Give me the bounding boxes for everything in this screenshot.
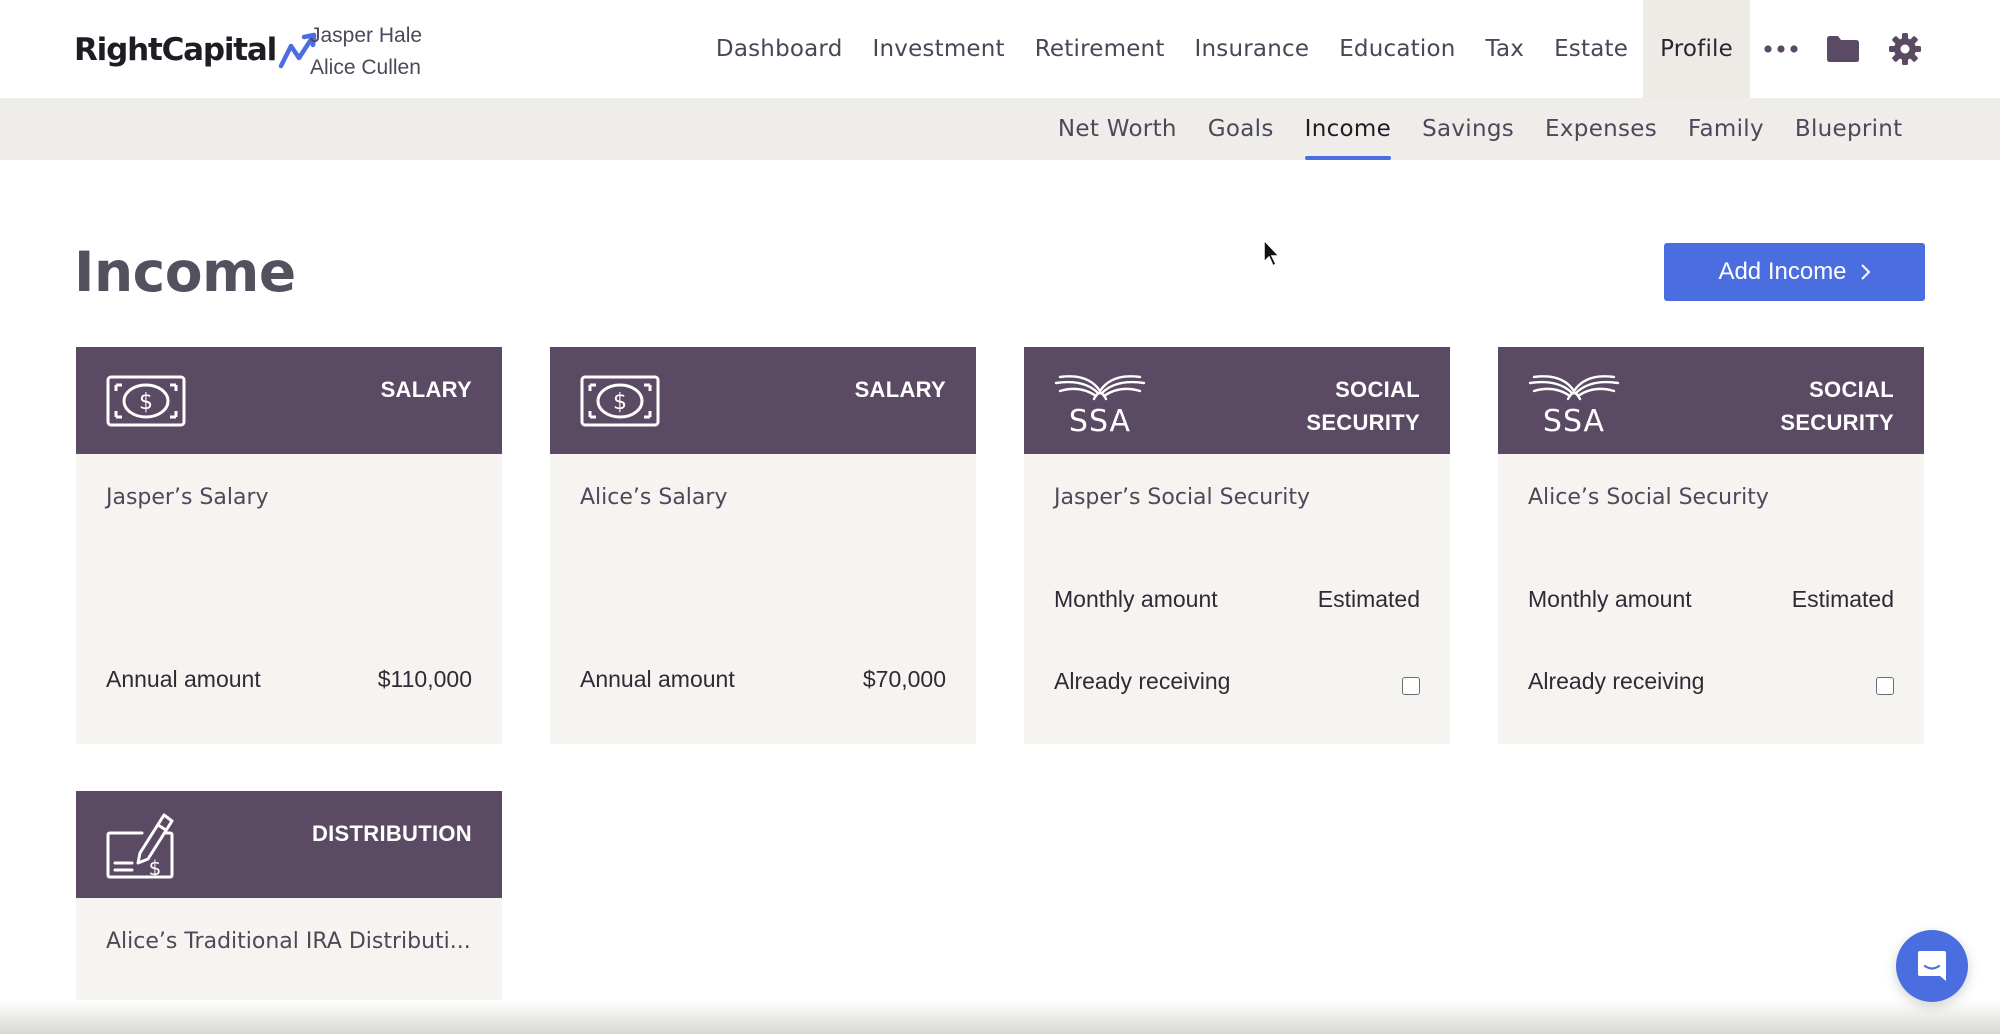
client-name-primary: Jasper Hale <box>310 24 423 47</box>
card-header: SSA SOCIAL SECURITY <box>1498 347 1924 454</box>
nav-insurance[interactable]: Insurance <box>1180 0 1325 98</box>
client-names[interactable]: Jasper Hale Alice Cullen <box>310 20 422 84</box>
monthly-amount-label: Monthly amount <box>1528 586 1692 612</box>
nav-education[interactable]: Education <box>1324 0 1470 98</box>
tab-savings[interactable]: Savings <box>1407 98 1530 160</box>
already-receiving-row: Already receiving <box>1528 667 1894 695</box>
income-card-alice-social-security[interactable]: SSA SOCIAL SECURITY Alice’s Social Secur… <box>1498 347 1924 744</box>
mouse-cursor-icon <box>1263 238 1281 268</box>
income-card-jasper-salary[interactable]: $ SALARY Jasper’s Salary Annual amount $… <box>76 347 502 744</box>
svg-text:$: $ <box>139 390 153 415</box>
annual-amount-value: $110,000 <box>377 666 472 692</box>
ssa-logo-text: SSA <box>1069 404 1131 435</box>
income-name: Alice’s Traditional IRA Distributi... <box>106 929 471 954</box>
nav-estate[interactable]: Estate <box>1539 0 1643 98</box>
main-nav: Dashboard Investment Retirement Insuranc… <box>701 0 2000 98</box>
already-receiving-label: Already receiving <box>1054 667 1231 694</box>
ssa-logo-icon: SSA <box>1528 375 1620 435</box>
client-name-spouse: Alice Cullen <box>310 56 421 79</box>
chevron-right-icon <box>1860 264 1870 280</box>
add-income-label: Add Income <box>1718 258 1847 285</box>
folder-icon[interactable] <box>1812 0 1874 98</box>
nav-investment[interactable]: Investment <box>858 0 1020 98</box>
ssa-logo-icon: SSA <box>1054 375 1146 435</box>
income-name: Jasper’s Social Security <box>1054 485 1310 510</box>
svg-text:$: $ <box>613 390 627 415</box>
already-receiving-label: Already receiving <box>1528 667 1705 694</box>
more-dots-icon[interactable] <box>1750 0 1812 98</box>
tab-blueprint[interactable]: Blueprint <box>1779 98 1918 160</box>
income-name: Alice’s Salary <box>580 485 728 510</box>
dollar-bill-icon: $ <box>580 375 660 427</box>
chat-launcher-button[interactable] <box>1896 930 1968 1002</box>
tab-expenses[interactable]: Expenses <box>1530 98 1673 160</box>
card-header: $ SALARY <box>550 347 976 454</box>
brand-name: RightCapital <box>74 32 277 68</box>
monthly-amount-label: Monthly amount <box>1054 586 1218 612</box>
card-header: SSA SOCIAL SECURITY <box>1024 347 1450 454</box>
chat-bubble-icon <box>1918 951 1946 981</box>
tab-family[interactable]: Family <box>1673 98 1780 160</box>
nav-profile[interactable]: Profile <box>1643 0 1750 98</box>
nav-dashboard[interactable]: Dashboard <box>701 0 858 98</box>
income-name: Jasper’s Salary <box>106 485 269 510</box>
nav-retirement[interactable]: Retirement <box>1020 0 1180 98</box>
card-type-label: SALARY <box>380 377 472 402</box>
annual-amount-row: Annual amount $70,000 <box>580 666 946 693</box>
top-header: RightCapital Jasper Hale Alice Cullen Da… <box>0 0 2000 98</box>
add-income-button[interactable]: Add Income <box>1664 243 1925 301</box>
annual-amount-row: Annual amount $110,000 <box>106 666 472 693</box>
tab-income[interactable]: Income <box>1289 98 1406 160</box>
annual-amount-value: $70,000 <box>862 666 946 692</box>
nav-tax[interactable]: Tax <box>1471 0 1540 98</box>
tab-goals[interactable]: Goals <box>1192 98 1289 160</box>
annual-amount-label: Annual amount <box>106 666 261 692</box>
brand-logo[interactable]: RightCapital <box>74 30 320 70</box>
card-type-label: SALARY <box>854 377 946 402</box>
monthly-amount-row: Monthly amount Estimated <box>1054 586 1420 613</box>
income-card-alice-salary[interactable]: $ SALARY Alice’s Salary Annual amount $7… <box>550 347 976 744</box>
card-type-label: SOCIAL SECURITY <box>1306 377 1420 435</box>
dollar-bill-icon: $ <box>106 375 186 427</box>
card-type-label: DISTRIBUTION <box>311 821 472 846</box>
gear-icon[interactable] <box>1874 0 1936 98</box>
already-receiving-checkbox[interactable] <box>1876 677 1894 695</box>
monthly-amount-row: Monthly amount Estimated <box>1528 586 1894 613</box>
check-signing-icon: $ <box>106 813 174 879</box>
page-title: Income <box>74 240 296 304</box>
tab-net-worth[interactable]: Net Worth <box>1042 98 1192 160</box>
income-name: Alice’s Social Security <box>1528 485 1769 510</box>
svg-text:$: $ <box>149 856 162 879</box>
sub-nav: Net Worth Goals Income Savings Expenses … <box>1042 98 2000 160</box>
annual-amount-label: Annual amount <box>580 666 735 692</box>
card-type-label: SOCIAL SECURITY <box>1780 377 1894 435</box>
ssa-logo-text: SSA <box>1543 404 1605 435</box>
card-header: $ DISTRIBUTION <box>76 791 502 898</box>
income-card-alice-ira-distribution[interactable]: $ DISTRIBUTION Alice’s Traditional IRA D… <box>76 791 502 1034</box>
already-receiving-row: Already receiving <box>1054 667 1420 695</box>
income-card-jasper-social-security[interactable]: SSA SOCIAL SECURITY Jasper’s Social Secu… <box>1024 347 1450 744</box>
card-header: $ SALARY <box>76 347 502 454</box>
bottom-shadow <box>0 1000 2000 1034</box>
monthly-amount-value: Estimated <box>1791 586 1894 612</box>
sub-nav-bar: Net Worth Goals Income Savings Expenses … <box>0 98 2000 160</box>
monthly-amount-value: Estimated <box>1317 586 1420 612</box>
already-receiving-checkbox[interactable] <box>1402 677 1420 695</box>
